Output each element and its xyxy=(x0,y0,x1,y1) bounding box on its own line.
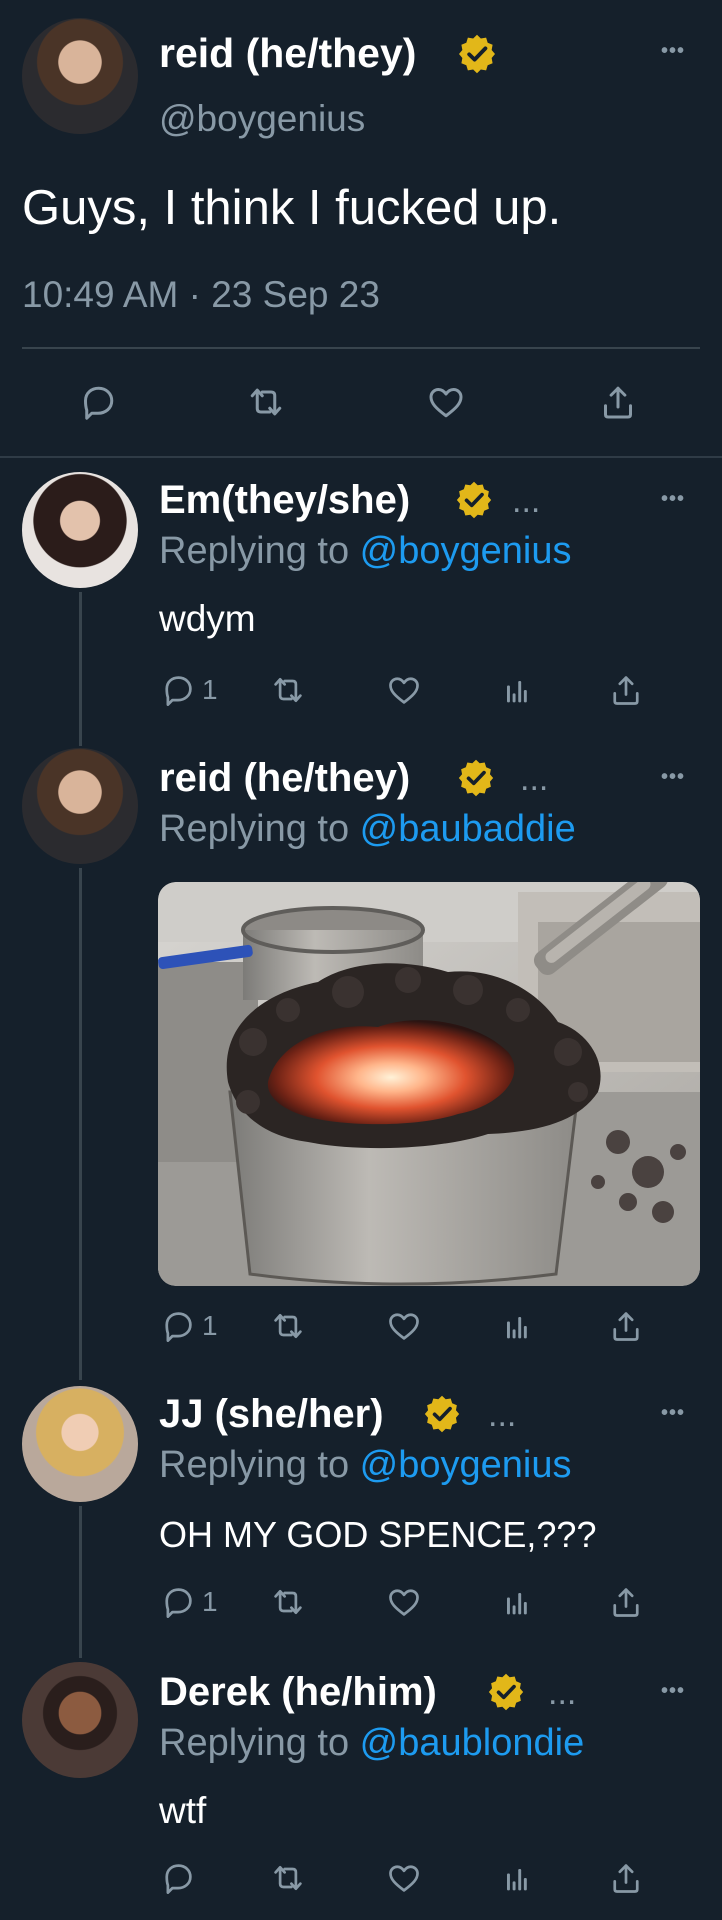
analytics-icon[interactable] xyxy=(498,672,534,708)
reply-button[interactable]: 1 xyxy=(160,1308,218,1344)
replying-to-line: Replying to @baubaddie xyxy=(159,808,576,851)
main-avatar[interactable] xyxy=(22,18,138,134)
analytics-icon[interactable] xyxy=(498,1584,534,1620)
reply-count: 1 xyxy=(202,1310,218,1341)
more-icon[interactable]: ••• xyxy=(661,488,685,511)
replying-to-line: Replying to @baublondie xyxy=(159,1722,584,1765)
reply-button[interactable]: 1 xyxy=(160,1584,218,1620)
reply-author-name[interactable]: Em(they/she) xyxy=(159,478,410,523)
divider xyxy=(0,456,722,458)
main-tweet-text: Guys, I think I fucked up. xyxy=(22,181,562,235)
reply-avatar-reid[interactable] xyxy=(22,748,138,864)
reply-count: 1 xyxy=(202,1586,218,1617)
replying-to-link[interactable]: @boygenius xyxy=(360,530,572,572)
thread-line xyxy=(79,592,82,746)
reply-author-name[interactable]: reid (he/they) xyxy=(159,756,410,801)
replying-to-label: Replying to xyxy=(159,530,360,572)
reply-avatar-jj[interactable] xyxy=(22,1386,138,1502)
more-icon[interactable]: ••• xyxy=(661,40,685,63)
replying-to-line: Replying to @boygenius xyxy=(159,530,572,573)
reply-ellipsis: ... xyxy=(512,482,541,520)
thread-line xyxy=(79,868,82,1380)
retweet-icon[interactable] xyxy=(246,382,286,422)
replying-to-link[interactable]: @baublondie xyxy=(360,1722,585,1764)
reply-count: 1 xyxy=(202,674,218,705)
reply-avatar-derek[interactable] xyxy=(22,1662,138,1778)
retweet-icon[interactable] xyxy=(270,1584,306,1620)
reply-icon xyxy=(165,676,192,706)
replying-to-label: Replying to xyxy=(159,808,360,850)
share-icon[interactable] xyxy=(608,1308,644,1344)
like-icon[interactable] xyxy=(386,1584,422,1620)
analytics-icon[interactable] xyxy=(498,1860,534,1896)
share-icon[interactable] xyxy=(608,672,644,708)
reply-ellipsis: ... xyxy=(488,1396,517,1434)
verified-badge-icon xyxy=(487,1672,525,1712)
replying-to-label: Replying to xyxy=(159,1444,360,1486)
like-icon[interactable] xyxy=(386,672,422,708)
more-icon[interactable]: ••• xyxy=(661,1402,685,1425)
verified-badge-icon xyxy=(423,1394,461,1434)
reply-text: OH MY GOD SPENCE,??? xyxy=(159,1514,597,1555)
more-icon[interactable]: ••• xyxy=(661,766,685,789)
divider xyxy=(22,347,700,349)
retweet-icon[interactable] xyxy=(270,1860,306,1896)
more-icon[interactable]: ••• xyxy=(661,1680,685,1703)
main-author-handle[interactable]: @boygenius xyxy=(159,98,365,140)
reply-author-name[interactable]: Derek (he/him) xyxy=(159,1670,437,1715)
share-icon[interactable] xyxy=(608,1860,644,1896)
reply-button[interactable]: 1 xyxy=(160,672,218,708)
like-icon[interactable] xyxy=(426,382,466,422)
reply-icon xyxy=(165,1588,192,1618)
attached-image[interactable] xyxy=(158,882,700,1286)
replying-to-line: Replying to @boygenius xyxy=(159,1444,572,1487)
verified-badge-icon xyxy=(455,480,493,520)
reply-icon[interactable] xyxy=(160,1860,196,1896)
replying-to-link[interactable]: @baubaddie xyxy=(360,808,576,850)
main-tweet-timestamp: 10:49 AM · 23 Sep 23 xyxy=(22,274,380,315)
reply-ellipsis: ... xyxy=(548,1674,577,1712)
share-icon[interactable] xyxy=(598,382,638,422)
verified-badge-icon xyxy=(457,33,497,75)
reply-author-name[interactable]: JJ (she/her) xyxy=(159,1392,384,1437)
like-icon[interactable] xyxy=(386,1860,422,1896)
retweet-icon[interactable] xyxy=(270,672,306,708)
share-icon[interactable] xyxy=(608,1584,644,1620)
thread-line xyxy=(79,1506,82,1658)
main-author-name[interactable]: reid (he/they) xyxy=(159,30,416,77)
reply-avatar-em[interactable] xyxy=(22,472,138,588)
like-icon[interactable] xyxy=(386,1308,422,1344)
replying-to-label: Replying to xyxy=(159,1722,360,1764)
reply-icon[interactable] xyxy=(78,382,118,422)
reply-text: wtf xyxy=(159,1790,207,1831)
retweet-icon[interactable] xyxy=(270,1308,306,1344)
reply-ellipsis: ... xyxy=(520,760,549,798)
reply-text: wdym xyxy=(159,598,256,639)
replying-to-link[interactable]: @boygenius xyxy=(360,1444,572,1486)
analytics-icon[interactable] xyxy=(498,1308,534,1344)
reply-icon xyxy=(165,1312,192,1342)
verified-badge-icon xyxy=(457,758,495,798)
